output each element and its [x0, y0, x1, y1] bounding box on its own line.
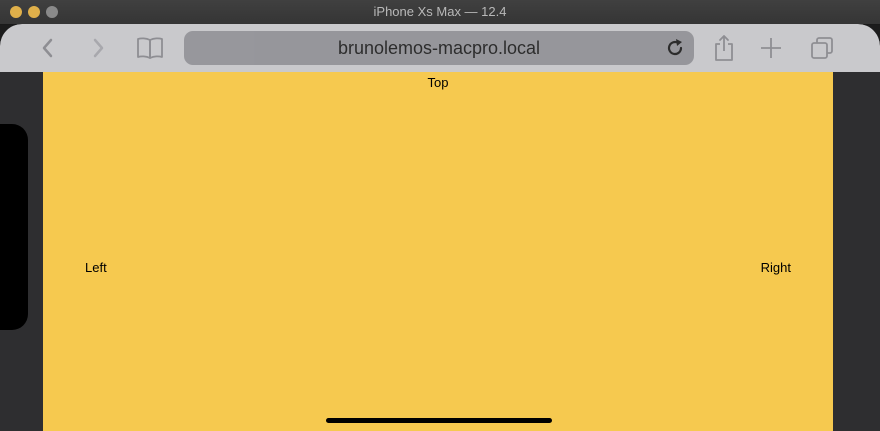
right-safe-area — [833, 72, 880, 431]
new-tab-button[interactable] — [757, 34, 785, 62]
web-content: Top Left Right — [43, 72, 833, 431]
bookmarks-button[interactable] — [136, 34, 164, 62]
home-indicator[interactable] — [326, 418, 552, 423]
url-text: brunolemos-macpro.local — [337, 38, 541, 58]
left-label: Left — [85, 260, 107, 275]
tabs-icon — [811, 37, 833, 59]
forward-button[interactable] — [84, 34, 112, 62]
chevron-right-icon — [93, 38, 104, 58]
chevron-left-icon — [42, 38, 53, 58]
device-notch — [0, 124, 28, 330]
reload-icon[interactable] — [664, 37, 686, 59]
tabs-button[interactable] — [808, 34, 836, 62]
book-icon — [137, 37, 163, 59]
share-icon — [715, 35, 733, 61]
right-label: Right — [760, 260, 791, 275]
simulator-window: iPhone Xs Max — 12.4 brunolemos-macpro.l… — [0, 0, 880, 431]
top-label: Top — [427, 75, 449, 90]
title-bar: iPhone Xs Max — 12.4 — [0, 0, 880, 25]
safari-toolbar: brunolemos-macpro.local — [0, 24, 880, 72]
back-button[interactable] — [34, 34, 62, 62]
address-bar[interactable]: brunolemos-macpro.local — [184, 31, 694, 65]
device-screen: brunolemos-macpro.local Top Left Right — [0, 24, 880, 431]
share-button[interactable] — [710, 34, 738, 62]
plus-icon — [761, 38, 781, 58]
window-title: iPhone Xs Max — 12.4 — [373, 4, 507, 19]
